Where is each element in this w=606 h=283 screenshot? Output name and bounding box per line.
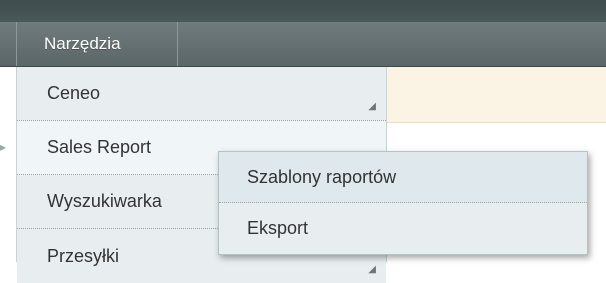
page-edge-mark: ▸ (0, 140, 7, 154)
submenu-corner-icon: ◢ (368, 264, 376, 275)
page-content-divider (380, 122, 606, 123)
submenu-corner-icon: ◢ (368, 101, 376, 112)
menu-item-label: Sales Report (47, 137, 152, 157)
menu-item-label: Przesyłki (47, 245, 120, 266)
nav-item-narzedzia[interactable]: Narzędzia (17, 22, 177, 66)
submenu-item-eksport[interactable]: Eksport (219, 203, 587, 254)
menu-item-label: Wyszukiwarka (47, 191, 162, 211)
nav-divider (177, 22, 178, 66)
menu-item-label: Ceneo (47, 83, 101, 103)
submenu-item-label: Szablony raportów (247, 166, 397, 187)
page-content-band (380, 67, 606, 122)
menu-item-ceneo[interactable]: Ceneo ◢ (17, 67, 386, 121)
submenu-item-szablony-raportow[interactable]: Szablony raportów (219, 152, 587, 203)
admin-top-strip (0, 0, 606, 22)
sales-report-submenu: Szablony raportów Eksport (218, 151, 588, 255)
nav-item-label: Narzędzia (44, 34, 121, 53)
submenu-item-label: Eksport (247, 218, 309, 238)
